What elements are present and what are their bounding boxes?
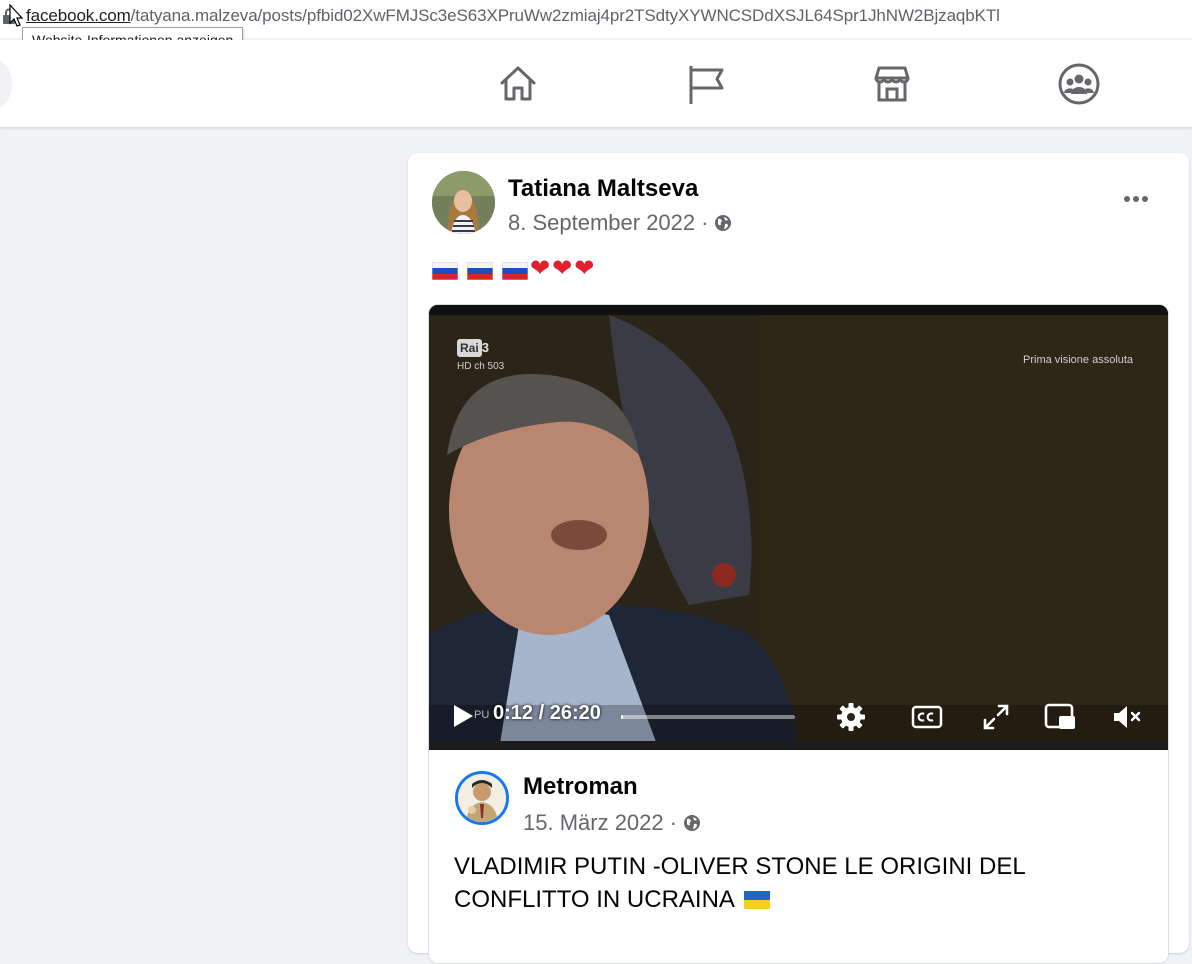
ukraine-flag-icon [744,891,771,909]
video-bottom-bar [429,741,1168,750]
address-bar[interactable]: facebook.com/tatyana.malzeva/posts/pfbid… [0,0,1192,53]
video-controls: PU 0:12 / 26:20 [429,697,1168,737]
video-progress-fill [621,715,623,719]
globe-icon[interactable] [683,814,701,832]
url-path: /tatyana.malzeva/posts/pfbid02XwFMJSc3eS… [130,6,1000,25]
shared-author-avatar[interactable] [455,771,509,825]
duration: 26:20 [549,702,601,724]
search-button[interactable] [0,58,12,110]
profile-photo [432,171,495,234]
flag-icon[interactable] [684,62,728,106]
shared-post-text: VLADIMIR PUTIN -OLIVER STONE LE ORIGINI … [454,850,1154,916]
avatar[interactable] [432,171,495,234]
shared-date[interactable]: 15. März 2022 [523,810,664,836]
shared-author-photo [458,774,506,822]
url-domain: facebook.com [26,6,131,25]
channel-name: Rai [457,339,482,357]
heart-icon: ❤ [574,255,595,282]
post-date[interactable]: 8. September 2022 [508,210,695,236]
picture-in-picture-icon[interactable] [1044,701,1076,733]
mute-icon[interactable] [1111,701,1143,733]
home-icon[interactable] [496,62,540,106]
channel-sub: HD ch 503 [457,361,505,372]
russia-flag-icon [431,260,459,281]
video-player[interactable]: Rai 3 HD ch 503 Prima visione assoluta PU… [429,305,1168,750]
russia-flag-icon [501,260,529,281]
groups-icon[interactable] [1057,62,1101,106]
time-separator: / [533,702,550,724]
shared-text-line-2: CONFLITTO IN UCRAINA [454,883,1154,916]
marketplace-icon[interactable] [870,62,914,106]
shared-text-line-2-text: CONFLITTO IN UCRAINA [454,886,734,913]
shared-meta: 15. März 2022 · [523,810,701,836]
channel-number: 3 [481,340,489,355]
video-progress-bar[interactable] [621,715,795,719]
post-card: Tatiana Maltseva 8. September 2022 · ❤ ❤… [408,153,1189,964]
video-time: 0:12 / 26:20 [493,702,601,725]
shared-author[interactable]: Metroman [523,773,638,801]
video-corner-text: Prima visione assoluta [1023,354,1134,366]
mouse-cursor-icon [9,4,24,27]
post-text: ❤ ❤ ❤ [431,255,596,282]
russia-flag-icon [466,260,494,281]
fullscreen-icon[interactable] [980,701,1012,733]
meta-separator: · [701,210,709,235]
settings-gear-icon[interactable] [835,701,867,733]
current-time: 0:12 [493,702,534,724]
globe-icon[interactable] [714,214,732,232]
post-author[interactable]: Tatiana Maltseva [508,175,698,203]
top-navigation [0,40,1192,128]
channel-logo: Rai 3 HD ch 503 [457,339,504,372]
video-frame [429,305,1168,750]
post-meta: 8. September 2022 · [508,210,732,236]
captions-icon[interactable] [911,701,943,733]
shared-text-line-1: VLADIMIR PUTIN -OLIVER STONE LE ORIGINI … [454,853,1026,880]
heart-icon: ❤ [530,255,551,282]
play-icon[interactable] [451,703,475,729]
meta-separator: · [669,810,677,835]
video-overlay-text: PU [474,709,490,721]
heart-icon: ❤ [552,255,573,282]
shared-post[interactable]: Rai 3 HD ch 503 Prima visione assoluta PU… [428,304,1169,964]
url-text[interactable]: facebook.com/tatyana.malzeva/posts/pfbid… [26,6,1000,26]
more-options-icon[interactable] [1122,189,1150,209]
